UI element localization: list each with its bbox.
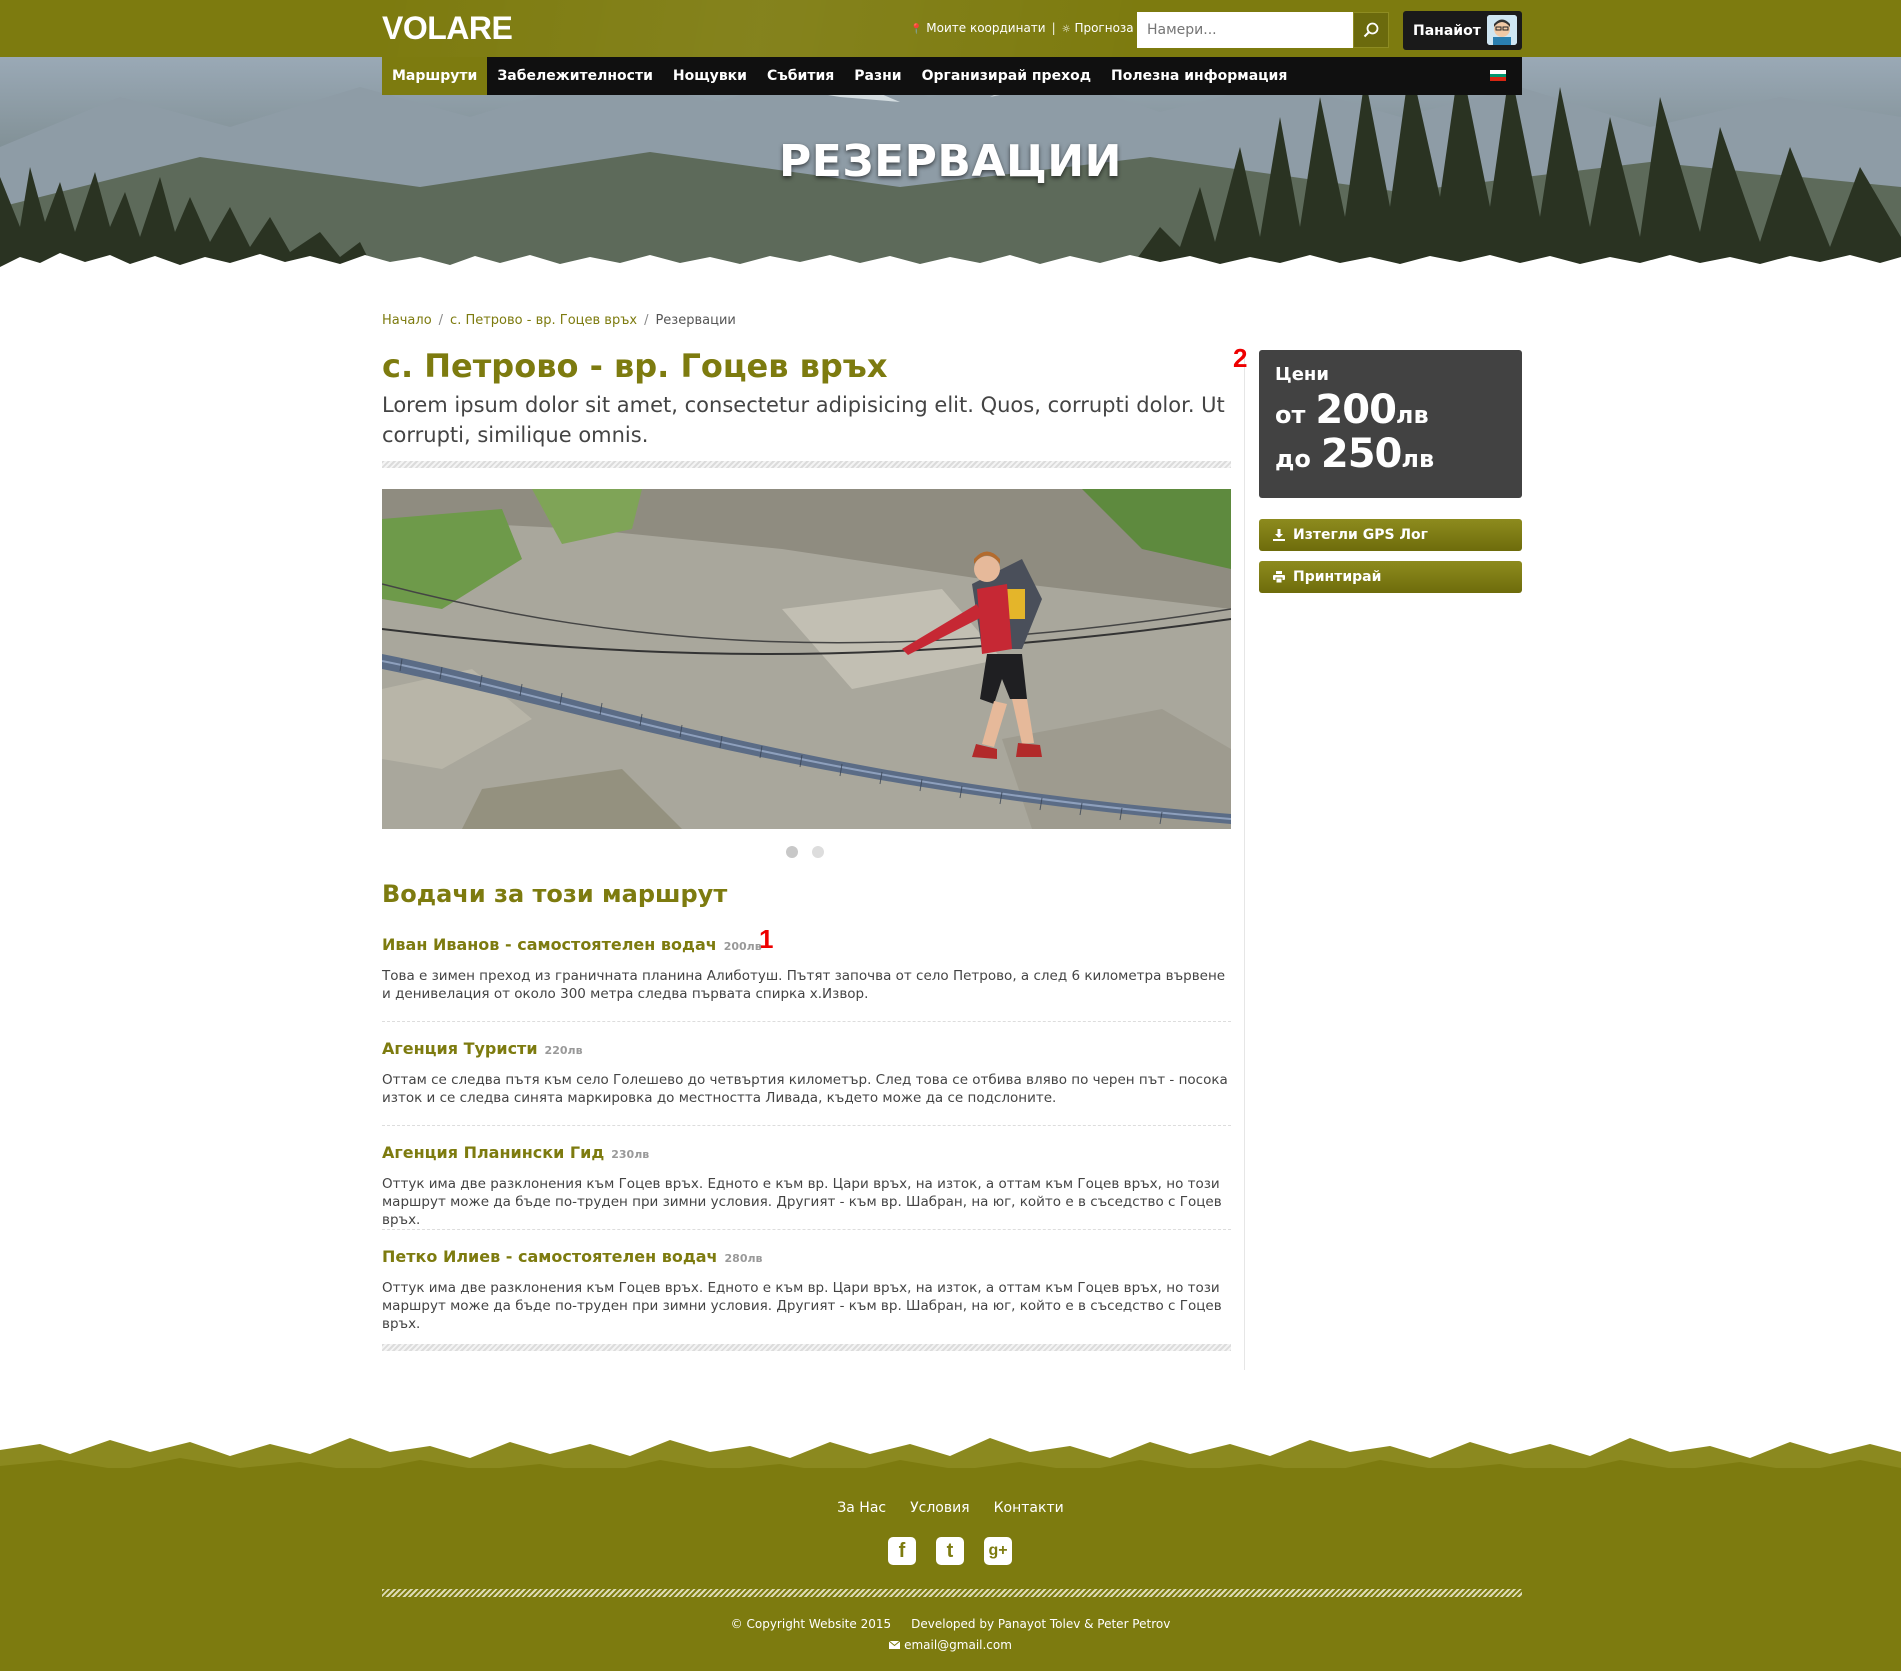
my-coordinates-link[interactable]: 📍 Моите координати [910,21,1046,35]
price-label: Цени [1275,364,1329,385]
nav-item-events[interactable]: Събития [757,57,844,95]
guide-price: 220лв [544,1044,583,1057]
facebook-icon[interactable]: f [888,1537,916,1565]
price-to-value: 250 [1320,431,1402,477]
flag-bg-icon[interactable] [1490,70,1506,81]
envelope-icon [889,1641,901,1649]
footer-links: За Нас Условия Контакти [0,1500,1901,1516]
nav-item-misc[interactable]: Разни [844,57,911,95]
twitter-icon[interactable]: t [936,1537,964,1565]
guide-item: Агенция Планински Гид 230лв Оттук има дв… [382,1143,1231,1230]
developer-credits: Developed by Panayot Tolev & Peter Petro… [911,1617,1171,1631]
carousel-indicators [786,846,824,858]
search-button[interactable] [1353,12,1389,48]
search-input[interactable] [1137,12,1353,48]
guide-name-link[interactable]: Агенция Планински Гид [382,1143,604,1162]
nav-item-landmarks[interactable]: Забележителности [487,57,663,95]
print-button[interactable]: Принтирай [1259,561,1522,593]
nav-item-routes[interactable]: Маршрути [382,57,488,95]
page-title: РЕЗЕРВАЦИИ [779,136,1122,187]
guide-description: Това е зимен преход из граничната планин… [382,968,1226,1002]
price-to: до 250 лв [1275,431,1506,477]
download-gps-log-button[interactable]: Изтегли GPS Лог [1259,519,1522,551]
price-from-value: 200 [1315,387,1396,433]
price-box: Цени от 200 лв до 250 лв [1259,350,1522,498]
route-photo-carousel[interactable] [382,489,1231,829]
route-photo [382,489,1231,829]
guide-name-link[interactable]: Агенция Туристи [382,1039,538,1058]
social-links: f t g+ [888,1537,1012,1565]
download-icon [1273,529,1285,541]
price-from-unit: лв [1395,401,1429,429]
price-to-unit: лв [1401,445,1435,473]
logo[interactable]: VOLARE [382,10,513,47]
print-label: Принтирай [1293,569,1382,585]
carousel-dot-1[interactable] [786,846,798,858]
top-links: 📍 Моите координати | ☼ Прогноза [910,21,1134,35]
guide-name-link[interactable]: Иван Иванов - самостоятелен водач [382,935,717,954]
annotation-marker-2: 2 [1233,343,1248,373]
footer-credits: © Copyright Website 2015 Developed by Pa… [0,1617,1901,1631]
nav-item-organize-trip[interactable]: Организирай преход [912,57,1101,95]
guide-description: Оттук има две разклонения към Гоцев връх… [382,1280,1222,1332]
divider [382,461,1231,468]
copyright-text: © Copyright Website 2015 [730,1617,892,1631]
footer-link-about[interactable]: За Нас [837,1500,886,1516]
guide-item: Петко Илиев - самостоятелен водач 280лв … [382,1247,1231,1333]
main-nav: Маршрути Забележителности Нощувки Събити… [382,57,1522,95]
guide-separator [382,1229,1231,1230]
footer-link-terms[interactable]: Условия [910,1500,970,1516]
price-from: от 200 лв [1275,387,1506,433]
guide-item: Иван Иванов - самостоятелен водач 200лв … [382,935,1231,1022]
email-link[interactable]: email@gmail.com [904,1638,1012,1652]
price-from-prefix: от [1275,401,1306,429]
guide-description: Оттам се следва пътя към село Голешево д… [382,1072,1228,1106]
breadcrumb-route[interactable]: с. Петрово - вр. Гоцев връх [450,313,637,328]
forecast-label: Прогноза [1074,21,1134,35]
search-box [1137,12,1389,48]
route-title: с. Петрово - вр. Гоцев връх [382,347,888,385]
carousel-dot-2[interactable] [812,846,824,858]
sun-icon: ☼ [1061,24,1071,35]
guide-price: 280лв [724,1252,763,1265]
user-name: Панайот [1413,22,1481,39]
price-to-prefix: до [1275,445,1311,473]
nav-item-useful-info[interactable]: Полезна информация [1101,57,1297,95]
guide-price: 230лв [611,1148,650,1161]
print-icon [1273,571,1285,583]
column-divider [1244,355,1245,1370]
divider [382,1344,1231,1351]
guide-separator [382,1021,1231,1022]
breadcrumb-separator: / [644,313,649,328]
breadcrumb-home[interactable]: Начало [382,313,432,328]
route-lead: Lorem ipsum dolor sit amet, consectetur … [382,393,1225,447]
guide-description: Оттук има две разклонения към Гоцев връх… [382,1176,1222,1228]
footer-link-contacts[interactable]: Контакти [994,1500,1064,1516]
my-coordinates-label: Моите координати [926,21,1046,35]
forecast-link[interactable]: ☼ Прогноза [1062,21,1134,35]
google-plus-icon[interactable]: g+ [984,1537,1012,1565]
guide-price: 200лв [723,940,762,953]
top-links-separator: | [1051,21,1056,35]
footer-divider [382,1589,1522,1597]
user-menu[interactable]: Панайот [1403,11,1522,50]
map-pin-icon: 📍 [910,24,923,35]
breadcrumb-current: Резервации [655,313,736,328]
download-gps-log-label: Изтегли GPS Лог [1293,527,1428,543]
guide-name-link[interactable]: Петко Илиев - самостоятелен водач [382,1247,718,1266]
guides-heading: Водачи за този маршрут [382,880,728,908]
footer-email: email@gmail.com [0,1638,1901,1652]
breadcrumb: Начало / с. Петрово - вр. Гоцев връх / Р… [382,313,736,328]
nav-item-lodging[interactable]: Нощувки [663,57,757,95]
guide-item: Агенция Туристи 220лв Оттам се следва пъ… [382,1039,1231,1126]
search-icon [1363,22,1379,38]
breadcrumb-separator: / [438,313,444,328]
guide-separator [382,1125,1231,1126]
avatar-icon [1487,15,1517,45]
